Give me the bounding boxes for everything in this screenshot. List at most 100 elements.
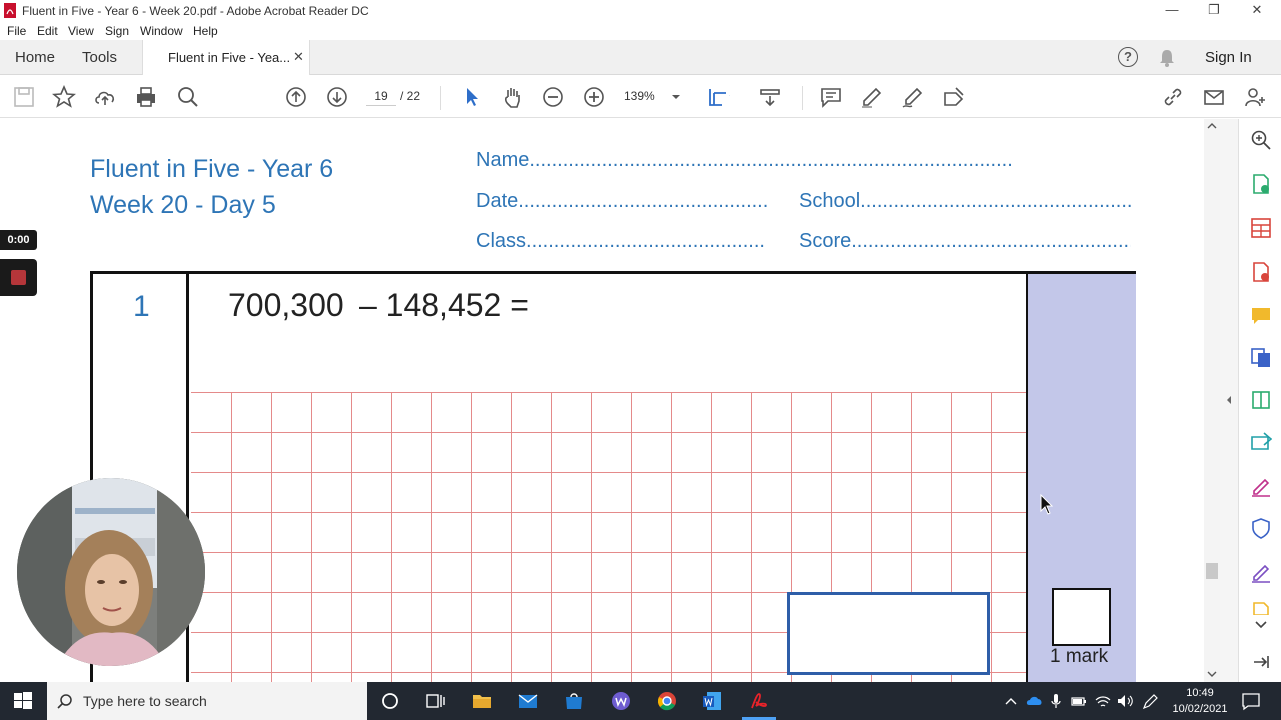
bookmark-star-icon[interactable] [52, 85, 76, 109]
save-icon[interactable] [12, 85, 36, 109]
send-for-review-icon[interactable] [1250, 431, 1272, 453]
scroll-up-arrow-icon[interactable] [1207, 122, 1217, 130]
acrobat-app-icon [4, 3, 16, 18]
wifi-icon[interactable] [1094, 690, 1112, 712]
toolbar-separator [440, 86, 441, 110]
create-pdf-icon[interactable] [1250, 261, 1272, 283]
webcam-overlay [17, 478, 205, 666]
worksheet-title: Fluent in Five - Year 6 [90, 155, 334, 183]
scroll-down-arrow-icon[interactable] [1207, 670, 1217, 678]
vertical-scrollbar[interactable] [1204, 119, 1220, 682]
page-number-input[interactable]: 19 [366, 86, 396, 106]
toolbar: 19 / 22 139% [0, 76, 1281, 118]
webcam-presenter-image [17, 478, 205, 666]
edit-pdf-icon[interactable] [1250, 389, 1272, 411]
minimize-button[interactable]: — [1162, 2, 1182, 20]
menu-edit[interactable]: Edit [37, 24, 58, 38]
restore-button[interactable]: ❐ [1204, 2, 1224, 20]
upload-cloud-icon[interactable] [93, 85, 117, 109]
action-center-icon[interactable] [1240, 690, 1262, 712]
menu-sign[interactable]: Sign [105, 24, 129, 38]
windows-start-icon[interactable] [12, 690, 34, 712]
taskbar-search-placeholder: Type here to search [83, 693, 207, 709]
microphone-icon[interactable] [1049, 690, 1063, 712]
highlight-pen-icon[interactable] [860, 85, 884, 109]
task-view-icon[interactable] [424, 690, 446, 712]
fill-and-sign-icon[interactable] [1250, 475, 1272, 497]
collapse-tools-pane-icon[interactable] [1250, 651, 1272, 673]
tab-home[interactable]: Home [15, 49, 55, 66]
fit-page-icon[interactable] [706, 85, 730, 109]
close-tab-icon[interactable]: ✕ [293, 49, 304, 65]
menu-help[interactable]: Help [193, 24, 218, 38]
menu-view[interactable]: View [68, 24, 94, 38]
search-icon[interactable] [176, 85, 200, 109]
recording-timer: 0:00 [0, 230, 37, 250]
taskbar-search-box[interactable]: Type here to search [47, 682, 367, 720]
combine-files-icon[interactable] [1250, 347, 1272, 369]
mail-icon[interactable] [517, 690, 539, 712]
menu-window[interactable]: Window [140, 24, 183, 38]
score-field: Score...................................… [799, 230, 1131, 252]
next-page-icon[interactable] [325, 85, 349, 109]
microsoft-store-icon[interactable] [563, 690, 585, 712]
scrollbar-thumb[interactable] [1206, 563, 1218, 579]
email-icon[interactable] [1202, 85, 1226, 109]
taskbar-clock[interactable]: 10:49 10/02/2021 [1170, 685, 1230, 717]
school-field: School..................................… [799, 190, 1131, 212]
comment-tool-icon[interactable] [1250, 305, 1272, 327]
word-icon[interactable] [701, 690, 723, 712]
whiteboard-app-icon[interactable] [610, 690, 632, 712]
zoom-search-icon[interactable] [1250, 129, 1272, 151]
tab-bar: Home Tools Fluent in Five - Yea... ✕ ? S… [0, 40, 1281, 75]
collapse-right-panel-icon[interactable] [1225, 395, 1233, 405]
pen-workspace-icon[interactable] [1141, 690, 1159, 712]
print-icon[interactable] [134, 85, 158, 109]
search-icon [57, 694, 72, 709]
tools-scroll-down-chevron-icon[interactable] [1250, 619, 1272, 631]
zoom-out-icon[interactable] [541, 85, 565, 109]
menu-bar: File Edit View Sign Window Help [0, 22, 1281, 40]
help-icon[interactable]: ? [1118, 47, 1138, 67]
share-link-icon[interactable] [1161, 85, 1185, 109]
sign-in-button[interactable]: Sign In [1205, 49, 1252, 66]
zoom-dropdown-chevron-icon[interactable] [670, 92, 682, 102]
more-tools-icon[interactable] [1250, 601, 1272, 615]
acrobat-reader-icon[interactable] [748, 690, 770, 712]
add-user-icon[interactable] [1243, 85, 1267, 109]
clock-time: 10:49 [1186, 687, 1214, 699]
battery-icon[interactable] [1070, 690, 1088, 712]
volume-icon[interactable] [1116, 690, 1134, 712]
file-explorer-icon[interactable] [471, 690, 493, 712]
previous-page-icon[interactable] [284, 85, 308, 109]
request-signature-icon[interactable] [1250, 561, 1272, 583]
comment-icon[interactable] [819, 85, 843, 109]
zoom-level[interactable]: 139% [624, 89, 655, 103]
close-window-button[interactable]: ✕ [1247, 2, 1267, 20]
chrome-icon[interactable] [656, 690, 678, 712]
menu-file[interactable]: File [7, 24, 26, 38]
hand-tool-icon[interactable] [500, 85, 524, 109]
organize-pages-icon[interactable] [1250, 217, 1272, 239]
onedrive-icon[interactable] [1026, 690, 1044, 712]
mark-box [1052, 588, 1111, 646]
worksheet-subtitle: Week 20 - Day 5 [90, 191, 276, 219]
zoom-in-icon[interactable] [582, 85, 606, 109]
export-pdf-icon[interactable] [1250, 173, 1272, 195]
show-hidden-icons-chevron-icon[interactable] [1004, 690, 1018, 712]
draw-sign-icon[interactable] [901, 85, 925, 109]
right-panel-toggle-strip[interactable] [1220, 119, 1238, 682]
title-bar: Fluent in Five - Year 6 - Week 20.pdf - … [0, 0, 1281, 22]
protect-shield-icon[interactable] [1250, 517, 1272, 539]
cortana-icon[interactable] [379, 690, 401, 712]
stop-recording-button[interactable] [0, 259, 37, 296]
fill-sign-icon[interactable] [942, 85, 966, 109]
notification-bell-icon[interactable] [1158, 48, 1176, 68]
question-frame: 1 700,300 – 148,452 = 1 mark [90, 271, 1136, 682]
select-cursor-icon[interactable] [460, 85, 484, 109]
tab-document[interactable]: Fluent in Five - Yea... ✕ [142, 40, 310, 75]
scroll-mode-icon[interactable] [758, 85, 782, 109]
tab-tools[interactable]: Tools [82, 49, 117, 66]
mark-label: 1 mark [1050, 646, 1109, 667]
mark-column: 1 mark [1026, 274, 1136, 682]
